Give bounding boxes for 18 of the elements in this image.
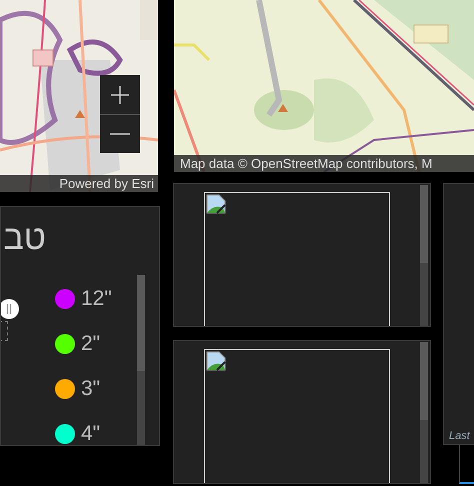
plus-icon [110,84,130,104]
scrollbar[interactable] [137,275,145,445]
footer-text: Last [449,430,470,442]
broken-image-icon [206,194,226,214]
slider-thumb[interactable] [1,299,19,319]
minus-icon [110,133,130,135]
legend-title: טב [2,218,46,255]
legend-label: 2" [81,332,100,356]
map-attribution: Map data © OpenStreetMap contributors, M [174,155,474,172]
map-attribution: Powered by Esri [0,175,158,192]
dashed-box [1,321,8,341]
legend-label: 3" [81,377,100,401]
scrollbar[interactable] [420,185,428,326]
legend-label: 12" [81,287,112,311]
legend-label: 4" [81,422,100,445]
scrollbar[interactable] [420,342,428,483]
broken-image-icon [206,351,226,371]
pause-icon [6,304,12,314]
